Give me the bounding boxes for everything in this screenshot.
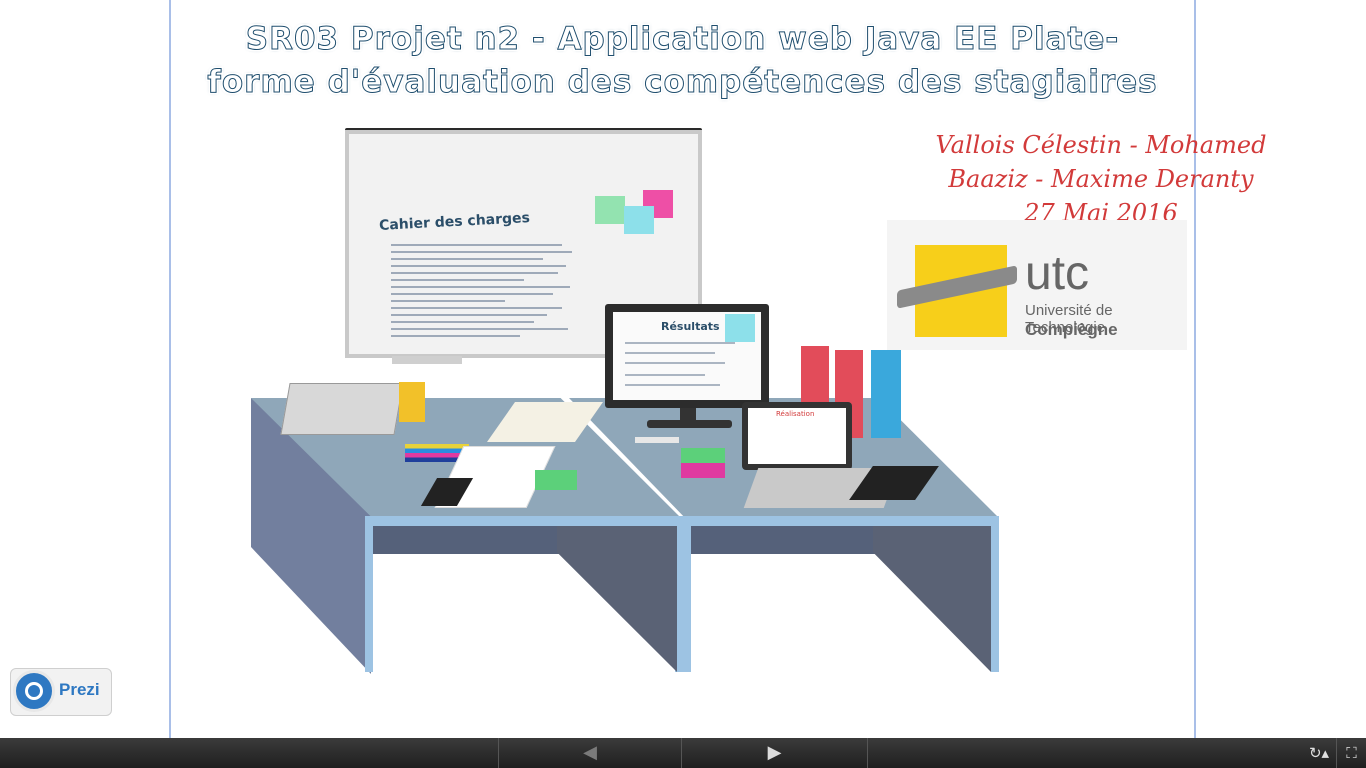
autoplay-icon: ↻▴ — [1308, 744, 1330, 762]
authors-line2: Baaziz - Maxime Deranty — [948, 165, 1254, 193]
fullscreen-button[interactable]: ⛶ — [1336, 738, 1366, 768]
fullscreen-icon: ⛶ — [1346, 744, 1357, 762]
sticky-note-green — [595, 196, 625, 224]
desk-left-leg — [365, 526, 373, 672]
arrow-left-icon: ◀ — [583, 742, 597, 763]
sticky-note-cyan — [624, 206, 654, 234]
sticky-pad-green — [535, 470, 577, 490]
previous-step-button[interactable]: ◀ — [498, 738, 682, 768]
monitor-sticky-note — [725, 314, 755, 342]
prezi-icon — [13, 670, 55, 712]
laptop-screen: Réalisation — [748, 408, 846, 464]
monitor-text-line — [625, 352, 715, 354]
desk-right-shadow — [873, 526, 991, 672]
slide-title: SR03 Projet n2 - Application web Java EE… — [171, 18, 1194, 104]
monitor-screen: Résultats — [613, 312, 761, 400]
binder-blue — [871, 350, 901, 438]
sticky-pads-stack — [681, 448, 725, 478]
desk-left-shadow — [557, 526, 677, 672]
prezi-logo-button[interactable]: Prezi — [10, 668, 112, 716]
pen — [635, 437, 679, 443]
whiteboard-title: Cahier des charges — [378, 210, 531, 234]
monitor-text-line — [625, 374, 705, 376]
toy-figure — [399, 382, 425, 422]
slide-title-line2: forme d'évaluation des compétences des s… — [207, 64, 1158, 101]
laptop[interactable]: Réalisation — [742, 402, 852, 470]
desk-left-edge — [365, 516, 683, 526]
prezi-canvas: SR03 Projet n2 - Application web Java EE… — [169, 0, 1266, 738]
arrow-right-icon: ▶ — [767, 742, 782, 763]
monitor-text-line — [625, 362, 725, 364]
utc-logo-city: Compiègne — [1025, 320, 1118, 339]
monitor-text-line — [625, 342, 735, 344]
desk-right-edge — [683, 516, 999, 526]
monitor-base — [647, 420, 732, 428]
monitor-title: Résultats — [661, 320, 720, 333]
desk-right-leg — [683, 526, 691, 672]
utc-logo: utc Université de Technologie Compiègne — [887, 220, 1187, 350]
projector-device — [280, 383, 404, 435]
laptop-title: Réalisation — [776, 410, 815, 418]
utc-logo-text: utc — [1025, 247, 1090, 300]
next-step-button[interactable]: ▶ — [682, 738, 868, 768]
autoplay-button[interactable]: ↻▴ — [1302, 738, 1336, 768]
desk-right-leg2 — [991, 526, 999, 672]
whiteboard-text-lines — [391, 239, 581, 342]
slide-title-line1: SR03 Projet n2 - Application web Java EE… — [245, 21, 1120, 58]
authors-block: Vallois Célestin - Mohamed Baaziz - Maxi… — [901, 128, 1301, 230]
monitor-text-line — [625, 384, 720, 386]
monitor[interactable]: Résultats — [605, 304, 769, 408]
presentation-control-bar: ◀ ▶ ↻▴ ⛶ — [0, 738, 1366, 768]
prezi-label: Prezi — [59, 680, 100, 699]
whiteboard-tray — [392, 356, 462, 364]
authors-line1: Vallois Célestin - Mohamed — [935, 131, 1267, 159]
